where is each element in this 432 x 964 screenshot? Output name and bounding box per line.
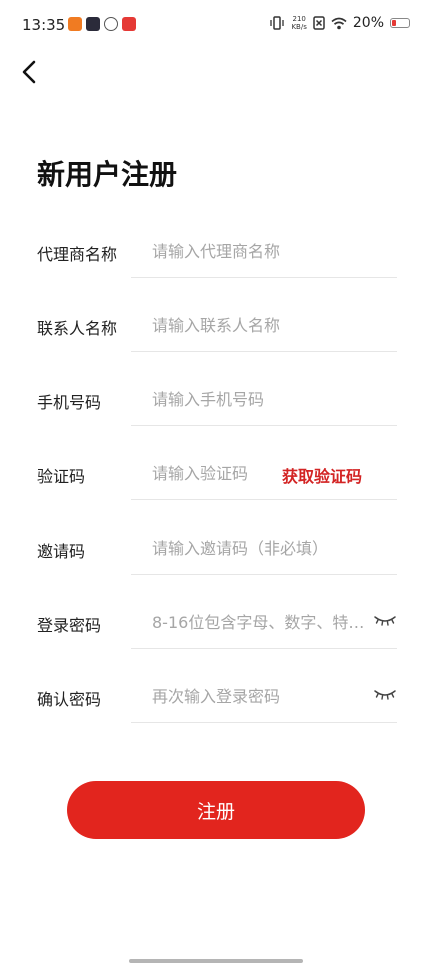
status-bar: 13:35 210 KB/s 20% (0, 0, 432, 50)
home-indicator[interactable] (129, 959, 303, 963)
link-icon (104, 17, 118, 31)
battery-fill (392, 20, 396, 26)
password-input[interactable] (152, 604, 367, 640)
notification-icons (68, 17, 136, 31)
agent-name-row: 代理商名称 (0, 233, 432, 307)
vibrate-icon (270, 16, 285, 30)
play-icon (86, 17, 100, 31)
divider (131, 499, 397, 500)
app-badge-icon (68, 17, 82, 31)
divider (131, 351, 397, 352)
news-icon (122, 17, 136, 31)
net-speed-value: 210 (292, 15, 306, 23)
divider (131, 648, 397, 649)
phone-input[interactable] (152, 381, 367, 417)
status-right: 210 KB/s 20% (269, 15, 410, 31)
get-code-button[interactable]: 获取验证码 (282, 463, 362, 487)
eye-closed-icon (374, 690, 396, 700)
divider (131, 574, 397, 575)
contact-name-input[interactable] (152, 307, 367, 343)
chevron-left-icon (22, 60, 36, 84)
divider (131, 722, 397, 723)
password-row: 登录密码 (0, 604, 432, 678)
confirm-password-label: 确认密码 (37, 690, 102, 709)
phone-row: 手机号码 (0, 381, 432, 455)
back-button[interactable] (14, 56, 46, 88)
verify-code-label: 验证码 (37, 467, 86, 486)
verify-code-input[interactable] (152, 455, 272, 491)
status-time: 13:35 (22, 16, 66, 34)
divider (131, 425, 397, 426)
agent-name-input[interactable] (152, 233, 367, 269)
net-speed-unit: KB/s (291, 23, 307, 31)
verify-code-row: 验证码 获取验证码 (0, 455, 432, 529)
wifi-icon (331, 17, 347, 29)
invite-code-input[interactable] (152, 530, 367, 566)
no-sim-icon (313, 16, 325, 30)
contact-name-row: 联系人名称 (0, 307, 432, 381)
contact-name-label: 联系人名称 (37, 319, 118, 338)
eye-closed-icon (374, 616, 396, 626)
net-speed: 210 KB/s (291, 15, 306, 31)
password-visibility-toggle[interactable] (373, 610, 397, 630)
confirm-password-input[interactable] (152, 678, 367, 714)
invite-code-row: 邀请码 (0, 530, 432, 604)
confirm-password-visibility-toggle[interactable] (373, 684, 397, 704)
invite-code-label: 邀请码 (37, 542, 86, 561)
battery-icon (390, 18, 410, 28)
phone-label: 手机号码 (37, 393, 102, 412)
password-label: 登录密码 (37, 616, 102, 635)
confirm-password-row: 确认密码 (0, 678, 432, 752)
divider (131, 277, 397, 278)
agent-name-label: 代理商名称 (37, 245, 118, 264)
page-title: 新用户注册 (37, 158, 178, 191)
battery-percent: 20% (352, 15, 384, 31)
register-button[interactable]: 注册 (67, 781, 365, 839)
